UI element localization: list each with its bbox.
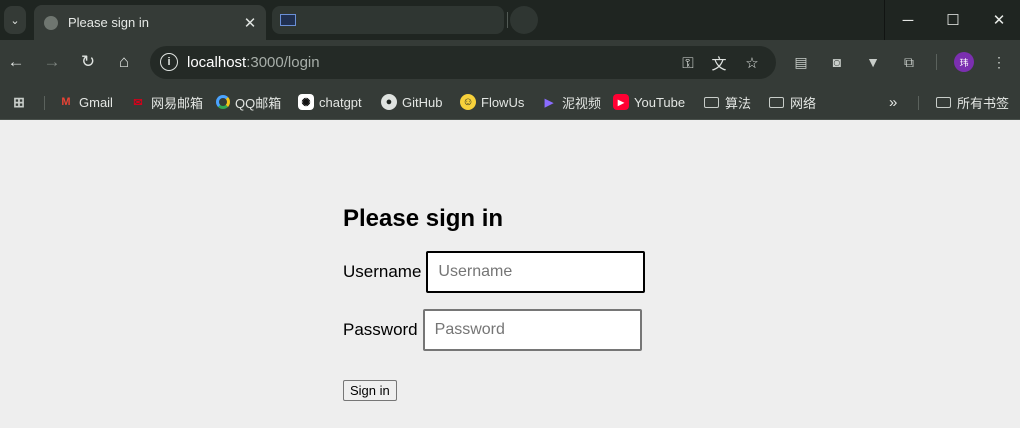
bookmark-youtube[interactable]: ▶ YouTube [613, 92, 685, 112]
folder-icon [769, 96, 784, 108]
bookmarks-divider [44, 96, 45, 110]
url-text[interactable]: localhost:3000/login [187, 54, 320, 71]
site-info-icon[interactable]: i [160, 53, 178, 71]
tab-close-icon[interactable]: ✕ [240, 14, 260, 32]
bookmark-gmail[interactable]: M Gmail [58, 92, 113, 112]
bookmarks-bar: ⊞ M Gmail ✉ 网易邮箱 QQ邮箱 ✺ chatgpt ● GitHub… [0, 84, 1020, 120]
password-label: Password [343, 320, 418, 339]
minimize-icon[interactable]: ─ [885, 0, 931, 40]
extensions-puzzle-icon[interactable]: ⧉ [899, 52, 919, 72]
all-bookmarks-folder[interactable]: 所有书签 [936, 92, 1009, 112]
bookmark-folder-algorithm[interactable]: 算法 [704, 92, 751, 112]
bookmark-video[interactable]: ▶ 泥视频 [541, 92, 601, 112]
globe-favicon-icon [44, 15, 58, 30]
login-form: Please sign in Username Password Sign in [343, 205, 646, 401]
folder-icon [704, 96, 719, 108]
bookmarks-overflow-icon[interactable]: » [889, 92, 897, 112]
bookmark-netease-mail[interactable]: ✉ 网易邮箱 [130, 92, 203, 112]
gmail-icon: M [61, 96, 71, 108]
address-bar[interactable]: i localhost:3000/login ⚿ 文 ☆ [150, 46, 776, 79]
bookmark-qq-mail[interactable]: QQ邮箱 [216, 92, 281, 112]
chatgpt-icon: ✺ [298, 94, 314, 110]
extension-eyes-icon[interactable]: ◙ [827, 52, 847, 72]
extension-doc-icon[interactable]: ▤ [791, 52, 811, 72]
bookmarks-divider [918, 96, 919, 110]
back-icon[interactable]: ← [2, 48, 30, 76]
translate-icon[interactable]: 文 [708, 52, 730, 74]
bookmark-github[interactable]: ● GitHub [381, 92, 442, 112]
netease-mail-icon: ✉ [133, 96, 143, 109]
folder-icon [936, 96, 951, 108]
tab-divider [507, 12, 508, 28]
tab-inactive[interactable] [272, 6, 504, 34]
profile-avatar[interactable]: 玮 [954, 52, 974, 72]
bookmark-flowus[interactable]: ☺ FlowUs [460, 92, 524, 112]
flowus-icon: ☺ [460, 94, 476, 110]
username-input[interactable] [426, 251, 646, 293]
tab-active[interactable]: Please sign in ✕ [34, 5, 266, 40]
home-icon[interactable]: ⌂ [110, 48, 138, 76]
close-window-icon[interactable]: ✕ [976, 0, 1020, 40]
password-row: Password [343, 309, 642, 351]
tab-search-chevron-icon[interactable]: ⌄ [4, 6, 26, 34]
tab-title: Please sign in [68, 15, 149, 30]
title-bar: ⌄ Please sign in ✕ ─ ☐ ✕ [0, 0, 1020, 40]
page-title: Please sign in [343, 205, 504, 232]
tab-favicon-icon [280, 14, 296, 26]
username-row: Username [343, 251, 646, 293]
sign-in-button[interactable]: Sign in [343, 380, 397, 401]
toolbar-divider [936, 54, 937, 70]
extension-vue-icon[interactable]: ▼ [863, 52, 883, 72]
bookmark-folder-network[interactable]: 网络 [769, 92, 816, 112]
qq-mail-icon [216, 95, 230, 109]
apps-grid-icon[interactable]: ⊞ [11, 92, 32, 112]
forward-icon[interactable]: → [38, 48, 66, 76]
github-icon: ● [381, 94, 397, 110]
youtube-icon: ▶ [613, 94, 629, 110]
password-key-icon[interactable]: ⚿ [677, 52, 699, 74]
video-icon: ▶ [544, 96, 554, 109]
password-input[interactable] [422, 309, 642, 351]
browser-toolbar: ← → ↻ ⌂ i localhost:3000/login ⚿ 文 ☆ ▤ ◙… [0, 40, 1020, 84]
menu-kebab-icon[interactable]: ⋮ [989, 52, 1009, 72]
maximize-icon[interactable]: ☐ [930, 0, 976, 40]
username-label: Username [343, 262, 422, 281]
bookmark-star-icon[interactable]: ☆ [741, 52, 763, 74]
reload-icon[interactable]: ↻ [74, 48, 102, 76]
bookmark-chatgpt[interactable]: ✺ chatgpt [298, 92, 362, 112]
new-tab-button[interactable] [510, 6, 538, 34]
